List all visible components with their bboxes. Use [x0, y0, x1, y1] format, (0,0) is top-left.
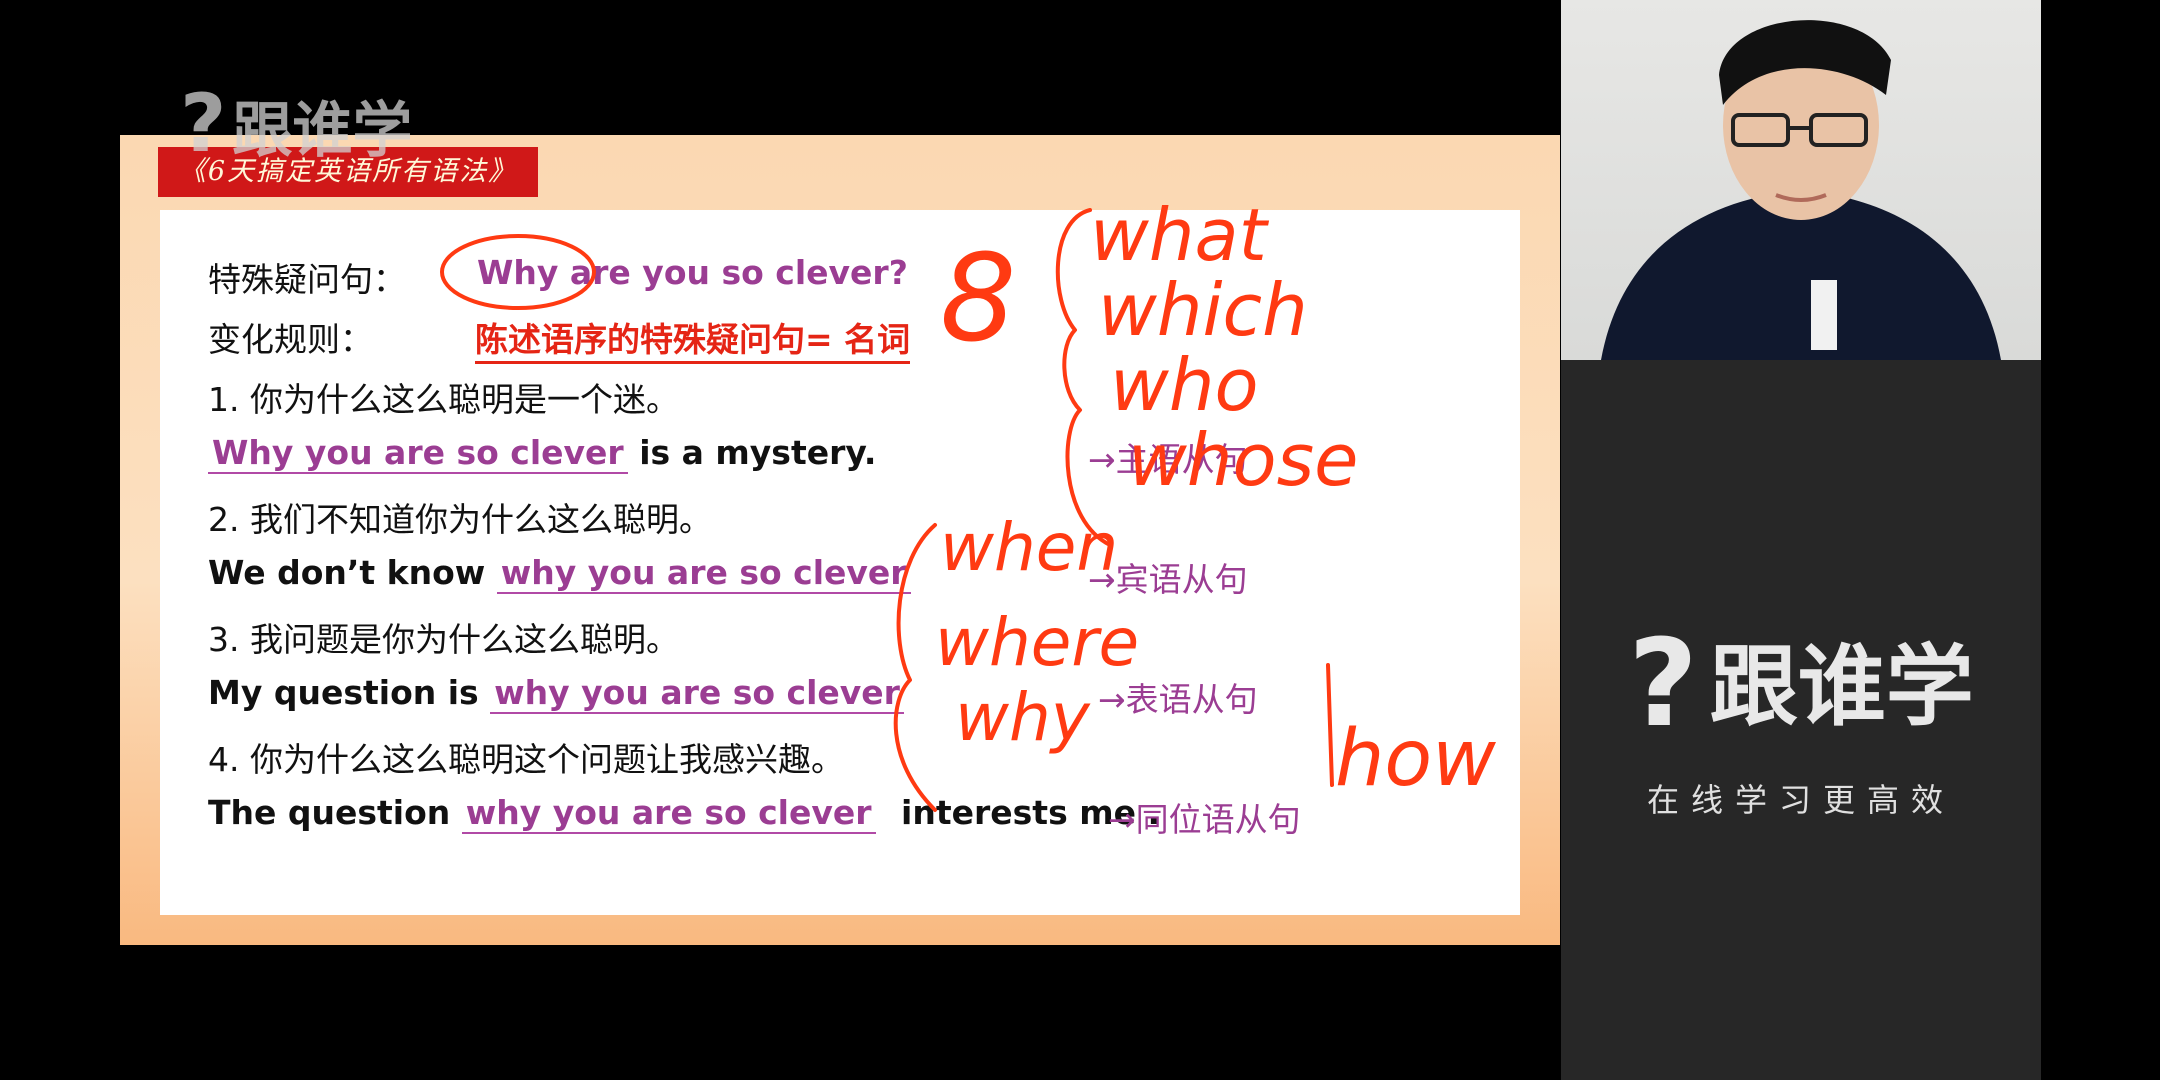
number-annotation: 8	[940, 230, 1016, 369]
circle-annotation	[440, 234, 596, 310]
wh-word-why: why	[955, 679, 1091, 756]
presenter-avatar	[1601, 20, 2001, 360]
wh-word-what: what	[1090, 193, 1270, 277]
wh-word-whose: whose	[1128, 418, 1358, 502]
brace-annotation-2	[893, 523, 937, 812]
question-mark-logo-icon: ?	[1628, 615, 1698, 754]
wh-word-where: where	[935, 604, 1139, 681]
wh-word-when: when	[940, 509, 1118, 586]
stroke-annotation	[1326, 663, 1334, 787]
wh-word-how: how	[1335, 714, 1496, 804]
wh-word-who: who	[1110, 343, 1259, 427]
brand-slogan: 在线学习更高效	[1646, 781, 1955, 819]
brand-logo: ? 跟谁学	[1628, 615, 1974, 754]
brand-panel: ? 跟谁学 在线学习更高效	[1561, 360, 2041, 1080]
webcam-video	[1561, 0, 2041, 360]
wh-word-which: which	[1098, 268, 1308, 352]
